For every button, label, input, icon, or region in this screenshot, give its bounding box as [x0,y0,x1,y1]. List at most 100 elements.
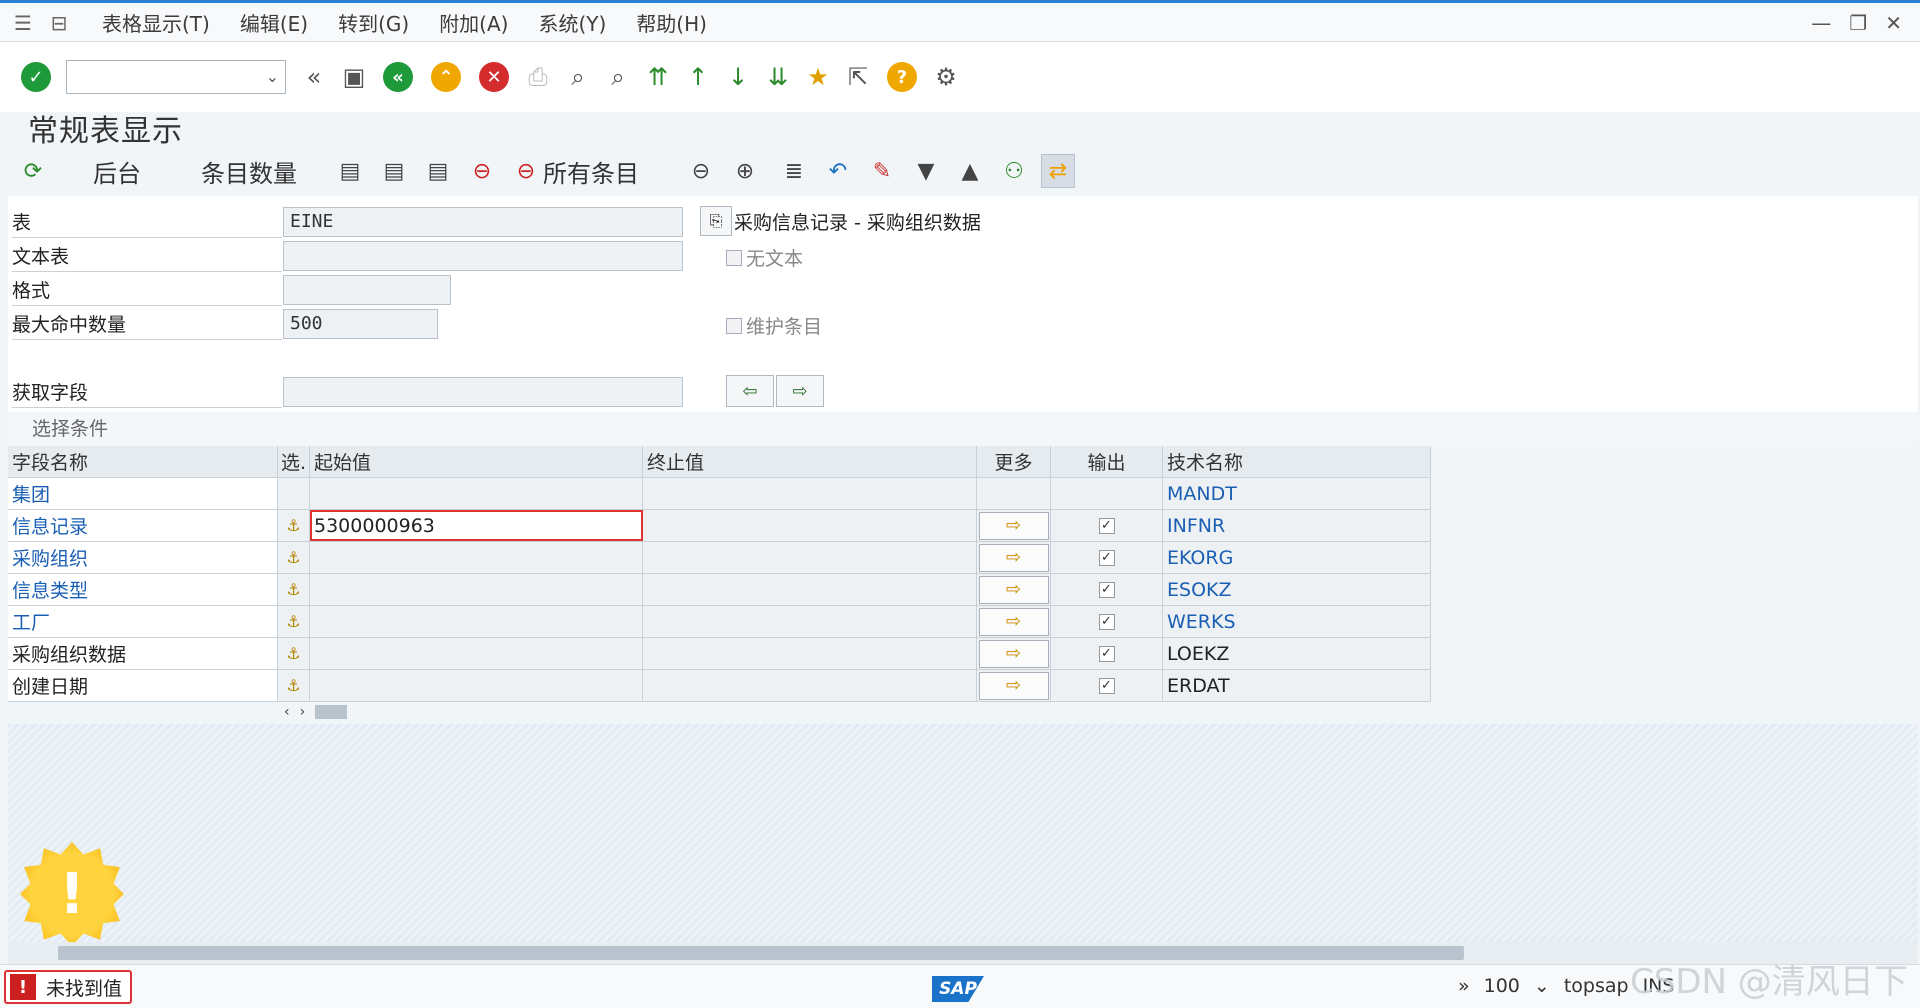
scroll-thumb[interactable] [315,705,348,719]
multiple-selection-button[interactable]: ⇨ [978,511,1049,540]
scroll-left-icon[interactable]: ‹ [284,704,290,720]
zoom-in-icon[interactable]: ⊕ [728,154,762,188]
history-icon[interactable]: « [298,61,330,93]
zoom-level[interactable]: 100 [1484,975,1520,997]
expand-icon[interactable]: ▲ [953,154,987,188]
shortcut-icon[interactable]: ⇱ [842,61,874,93]
collapse-icon[interactable]: ▼ [909,154,943,188]
scroll-thumb[interactable] [58,946,1464,960]
field-name[interactable]: 信息记录 [8,510,278,541]
to-value-input[interactable] [643,478,977,509]
first-page-icon[interactable]: ⇈ [642,61,674,93]
to-value-input[interactable] [643,574,977,605]
get-variant-icon[interactable]: ▤ [333,154,367,188]
print-icon[interactable]: ⎙ [522,61,554,93]
save-icon[interactable]: ▣ [338,61,370,93]
table-field[interactable]: EINE [283,207,683,237]
user-settings-icon[interactable]: ⚇ [997,154,1031,188]
tech-name[interactable]: EKORG [1163,542,1431,573]
from-value-input[interactable] [310,670,643,701]
customize-icon[interactable]: ⊟ [46,11,72,35]
entries-count-button[interactable]: 条目数量 [201,154,297,189]
list-icon[interactable]: ≣ [777,154,811,188]
max-hits-field[interactable]: 500 [283,309,438,339]
cancel-icon[interactable]: ✕ [479,62,509,92]
from-value-input[interactable] [310,542,643,573]
minimize-icon[interactable]: — [1811,11,1831,35]
field-name[interactable]: 采购组织 [8,542,278,573]
output-checkbox[interactable]: ✓ [1098,645,1115,662]
from-value-input[interactable] [310,574,643,605]
field-name[interactable]: 信息类型 [8,574,278,605]
previous-page-icon[interactable]: ↑ [682,61,714,93]
multiple-selection-button[interactable]: ⇨ [978,543,1049,572]
table-desc-icon[interactable]: ⎘ [700,206,732,236]
pencil-icon[interactable]: ✎ [865,154,899,188]
output-checkbox[interactable]: ✓ [1098,517,1115,534]
layout-toggle-icon[interactable]: ⇄ [1041,154,1075,188]
to-value-input[interactable] [643,606,977,637]
import-fields-button[interactable]: ⇦ [726,375,774,407]
exit-icon[interactable]: ⌃ [431,62,461,92]
fetch-fields-field[interactable] [283,377,683,407]
multiple-selection-button[interactable]: ⇨ [978,607,1049,636]
settings-gear-icon[interactable]: ⚙ [930,61,962,93]
select-option-icon[interactable]: ⚓ [283,515,305,537]
chevron-down-icon[interactable]: ⌄ [1534,975,1550,997]
status-message[interactable]: ! 未找到值 [4,970,133,1004]
output-checkbox[interactable]: ✓ [1098,677,1115,694]
output-checkbox[interactable]: ✓ [1098,613,1115,630]
all-entries-button[interactable]: 所有条目 [543,154,639,189]
save-variant-icon[interactable]: ▤ [377,154,411,188]
tech-name[interactable]: MANDT [1163,478,1431,509]
select-option-icon[interactable]: ⚓ [283,675,305,697]
select-option-icon[interactable]: ⚓ [283,643,305,665]
enter-icon[interactable]: ✓ [21,62,51,92]
tech-name[interactable]: WERKS [1163,606,1431,637]
menu-goto[interactable]: 转到(G) [338,8,409,37]
from-value-input[interactable] [310,478,643,509]
multiple-selection-button[interactable]: ⇨ [978,671,1049,700]
text-table-field[interactable] [283,241,683,271]
find-icon[interactable]: ⌕ [562,61,594,93]
format-field[interactable] [283,275,451,305]
undo-icon[interactable]: ↶ [821,154,855,188]
from-value-input[interactable] [310,606,643,637]
background-button[interactable]: 后台 [93,154,141,189]
back-icon[interactable]: « [383,62,413,92]
field-name[interactable]: 工厂 [8,606,278,637]
export-fields-button[interactable]: ⇨ [776,375,824,407]
to-value-input[interactable] [643,638,977,669]
all-entries-icon[interactable]: ⊖ [509,154,543,188]
to-value-input[interactable] [643,670,977,701]
next-page-icon[interactable]: ↓ [722,61,754,93]
from-value-input[interactable]: 5300000963 [310,510,643,541]
output-checkbox[interactable]: ✓ [1098,549,1115,566]
zoom-out-icon[interactable]: ⊖ [684,154,718,188]
menu-system[interactable]: 系统(Y) [538,8,606,37]
select-option-icon[interactable]: ⚓ [283,547,305,569]
select-option-icon[interactable]: ⚓ [283,579,305,601]
tech-name[interactable]: ESOKZ [1163,574,1431,605]
menu-edit[interactable]: 编辑(E) [240,8,308,37]
close-window-icon[interactable]: ✕ [1885,11,1902,35]
menu-help[interactable]: 帮助(H) [636,8,707,37]
help-icon[interactable]: ? [887,62,917,92]
last-page-icon[interactable]: ⇊ [762,61,794,93]
status-expand-icon[interactable]: » [1458,975,1470,997]
execute-icon[interactable]: ⟳ [16,154,50,188]
menu-table-display[interactable]: 表格显示(T) [102,8,210,37]
chevron-down-icon[interactable]: ⌄ [266,67,279,86]
select-option-icon[interactable]: ⚓ [283,611,305,633]
delete-selection-icon[interactable]: ⊖ [465,154,499,188]
menu-icon[interactable]: ☰ [10,11,36,35]
multiple-selection-button[interactable]: ⇨ [978,575,1049,604]
menu-extras[interactable]: 附加(A) [439,8,508,37]
multiple-selection-button[interactable]: ⇨ [978,639,1049,668]
field-name[interactable]: 集团 [8,478,278,509]
create-session-icon[interactable]: ★ [802,61,834,93]
restore-icon[interactable]: ❐ [1849,11,1867,35]
find-next-icon[interactable]: ⌕ [602,61,634,93]
display-variant-icon[interactable]: ▤ [421,154,455,188]
to-value-input[interactable] [643,510,977,541]
